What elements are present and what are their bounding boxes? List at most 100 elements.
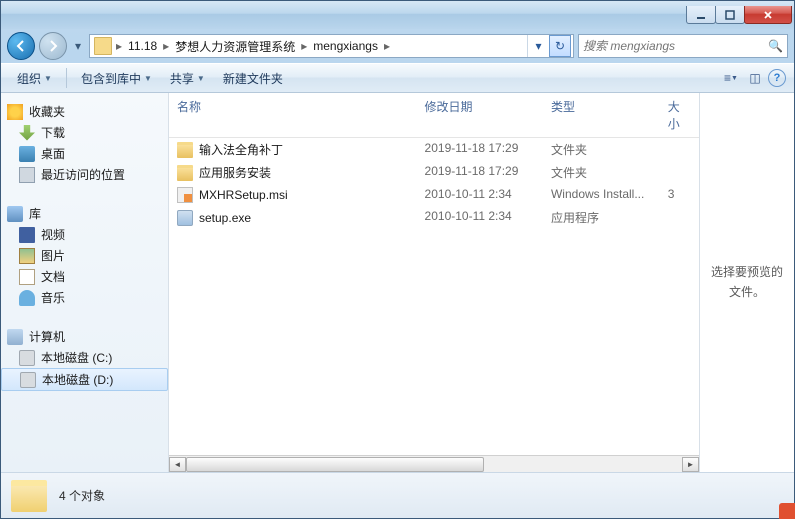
file-list: 名称 修改日期 类型 大小 输入法全角补丁2019-11-18 17:29文件夹… <box>169 93 699 472</box>
newfolder-button[interactable]: 新建文件夹 <box>215 67 291 90</box>
preview-text: 选择要预览的文件。 <box>708 263 786 301</box>
forward-button[interactable] <box>39 32 67 60</box>
disk-icon <box>19 350 35 366</box>
music-icon <box>19 290 35 306</box>
file-size <box>660 208 699 227</box>
sidebar-item-music[interactable]: 音乐 <box>1 287 168 308</box>
column-name[interactable]: 名称 <box>169 96 417 134</box>
nav-bar: ▾ ▸ 11.18 ▸ 梦想人力资源管理系统 ▸ mengxiangs ▸ ▾ … <box>1 29 794 63</box>
star-icon <box>7 104 23 120</box>
file-size: 3 <box>660 186 699 204</box>
explorer-window: ▾ ▸ 11.18 ▸ 梦想人力资源管理系统 ▸ mengxiangs ▸ ▾ … <box>0 0 795 519</box>
file-name-cell: setup.exe <box>169 208 417 227</box>
recent-icon <box>19 167 35 183</box>
share-menu[interactable]: 共享▼ <box>162 67 213 90</box>
organize-label: 组织 <box>17 70 41 87</box>
video-icon <box>19 227 35 243</box>
scroll-right-button[interactable]: ► <box>682 457 699 472</box>
corner-badge <box>779 503 795 519</box>
sidebar-item-pictures[interactable]: 图片 <box>1 245 168 266</box>
file-row[interactable]: 输入法全角补丁2019-11-18 17:29文件夹 <box>169 138 699 161</box>
breadcrumb[interactable]: 梦想人力资源管理系统 <box>171 38 299 55</box>
download-icon <box>19 125 35 141</box>
maximize-button[interactable] <box>715 6 745 24</box>
favorites-header[interactable]: 收藏夹 <box>1 101 168 122</box>
file-rows: 输入法全角补丁2019-11-18 17:29文件夹应用服务安装 2019-11-… <box>169 138 699 455</box>
breadcrumb[interactable]: 11.18 <box>124 39 161 53</box>
sidebar-item-label: 图片 <box>41 247 65 264</box>
sidebar-item-label: 本地磁盘 (C:) <box>41 349 112 366</box>
include-library-menu[interactable]: 包含到库中▼ <box>73 67 160 90</box>
column-date[interactable]: 修改日期 <box>417 96 543 134</box>
include-label: 包含到库中 <box>81 70 141 87</box>
file-size <box>660 163 699 182</box>
sidebar-item-label: 音乐 <box>41 289 65 306</box>
help-button[interactable]: ? <box>768 69 786 87</box>
computer-header[interactable]: 计算机 <box>1 326 168 347</box>
picture-icon <box>19 248 35 264</box>
minimize-button[interactable] <box>686 6 716 24</box>
close-button[interactable] <box>744 6 792 24</box>
breadcrumb-sep[interactable]: ▸ <box>382 39 392 53</box>
file-date: 2010-10-11 2:34 <box>417 208 543 227</box>
sidebar-item-videos[interactable]: 视频 <box>1 224 168 245</box>
sidebar-item-downloads[interactable]: 下载 <box>1 122 168 143</box>
search-input[interactable] <box>583 39 768 53</box>
breadcrumb-sep[interactable]: ▸ <box>161 39 171 53</box>
scroll-track[interactable] <box>186 457 682 472</box>
sidebar-item-label: 桌面 <box>41 145 65 162</box>
column-headers: 名称 修改日期 类型 大小 <box>169 93 699 138</box>
sidebar-resize-handle[interactable] <box>164 93 168 472</box>
status-bar: 4 个对象 <box>1 472 794 518</box>
search-box[interactable]: 🔍 <box>578 34 788 58</box>
view-options-button[interactable]: ≡▼ <box>720 67 742 89</box>
status-text: 4 个对象 <box>59 487 105 504</box>
sidebar-item-label: 视频 <box>41 226 65 243</box>
preview-pane-button[interactable]: ◫ <box>744 67 766 89</box>
breadcrumb-sep[interactable]: ▸ <box>299 39 309 53</box>
document-icon <box>19 269 35 285</box>
organize-menu[interactable]: 组织▼ <box>9 67 60 90</box>
favorites-group: 收藏夹 下载 桌面 最近访问的位置 <box>1 101 168 185</box>
address-dropdown[interactable]: ▾ <box>527 35 549 57</box>
scroll-thumb[interactable] <box>186 457 484 472</box>
toolbar: 组织▼ 包含到库中▼ 共享▼ 新建文件夹 ≡▼ ◫ ? <box>1 63 794 93</box>
sidebar-item-desktop[interactable]: 桌面 <box>1 143 168 164</box>
sidebar-item-disk-d[interactable]: 本地磁盘 (D:) <box>1 368 168 391</box>
file-date: 2019-11-18 17:29 <box>417 163 543 182</box>
sidebar-item-recent[interactable]: 最近访问的位置 <box>1 164 168 185</box>
file-type: 应用程序 <box>543 208 660 227</box>
sidebar-item-label: 文档 <box>41 268 65 285</box>
file-date: 2010-10-11 2:34 <box>417 186 543 204</box>
file-type: Windows Install... <box>543 186 660 204</box>
desktop-icon <box>19 146 35 162</box>
libraries-header[interactable]: 库 <box>1 203 168 224</box>
address-bar[interactable]: ▸ 11.18 ▸ 梦想人力资源管理系统 ▸ mengxiangs ▸ ▾ ↻ <box>89 34 574 58</box>
file-name: 应用服务安装 <box>199 164 271 181</box>
sidebar-item-disk-c[interactable]: 本地磁盘 (C:) <box>1 347 168 368</box>
file-area: 名称 修改日期 类型 大小 输入法全角补丁2019-11-18 17:29文件夹… <box>169 93 794 472</box>
file-date: 2019-11-18 17:29 <box>417 140 543 159</box>
search-icon[interactable]: 🔍 <box>768 39 783 53</box>
nav-history-dropdown[interactable]: ▾ <box>71 35 85 57</box>
back-button[interactable] <box>7 32 35 60</box>
content-area: 收藏夹 下载 桌面 最近访问的位置 库 视频 图片 文档 音乐 计算机 本地磁盘… <box>1 93 794 472</box>
file-name: setup.exe <box>199 211 251 225</box>
scroll-left-button[interactable]: ◄ <box>169 457 186 472</box>
refresh-button[interactable]: ↻ <box>549 35 571 57</box>
breadcrumb[interactable]: mengxiangs <box>309 39 382 53</box>
column-size[interactable]: 大小 <box>660 96 699 134</box>
file-row[interactable]: setup.exe 2010-10-11 2:34应用程序 <box>169 206 699 229</box>
file-row[interactable]: MXHRSetup.msi2010-10-11 2:34Windows Inst… <box>169 184 699 206</box>
navigation-pane: 收藏夹 下载 桌面 最近访问的位置 库 视频 图片 文档 音乐 计算机 本地磁盘… <box>1 93 169 472</box>
file-type: 文件夹 <box>543 163 660 182</box>
breadcrumb-sep[interactable]: ▸ <box>114 39 124 53</box>
computer-group: 计算机 本地磁盘 (C:) 本地磁盘 (D:) <box>1 326 168 391</box>
column-type[interactable]: 类型 <box>543 96 660 134</box>
share-label: 共享 <box>170 70 194 87</box>
sidebar-item-documents[interactable]: 文档 <box>1 266 168 287</box>
folder-icon <box>177 165 193 181</box>
file-row[interactable]: 应用服务安装 2019-11-18 17:29文件夹 <box>169 161 699 184</box>
horizontal-scrollbar: ◄ ► <box>169 455 699 472</box>
titlebar[interactable] <box>1 1 794 29</box>
